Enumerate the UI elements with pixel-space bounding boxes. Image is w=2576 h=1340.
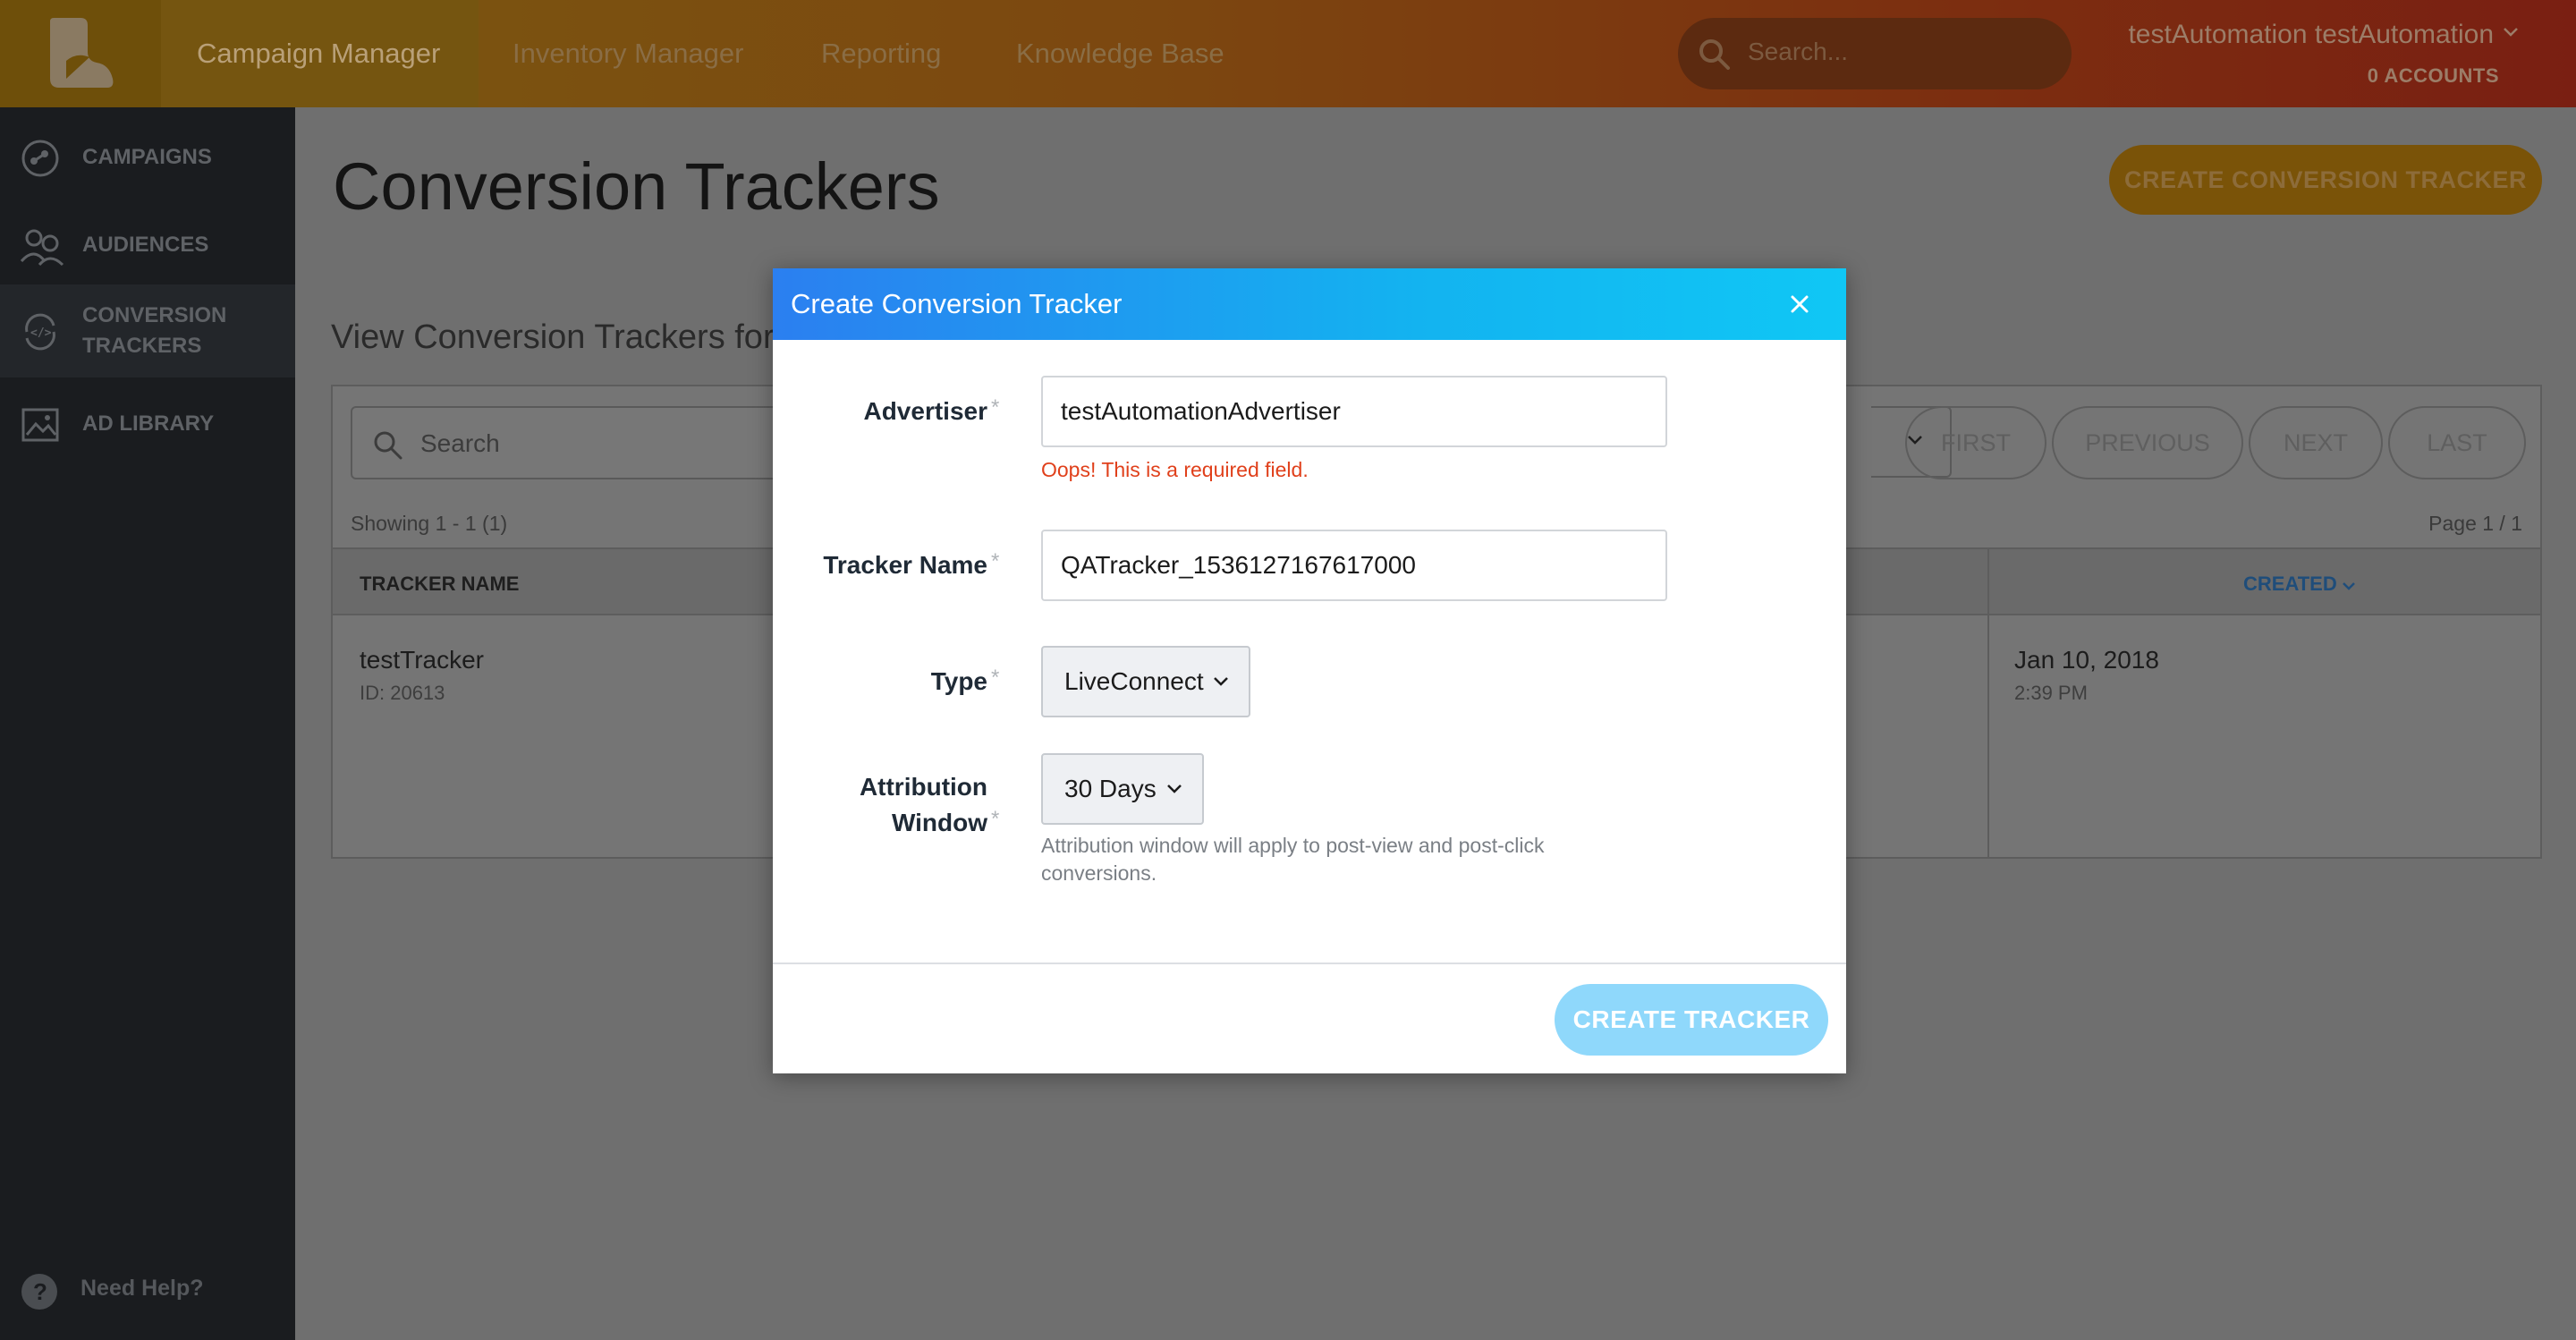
page-indicator: Page 1 / 1	[2428, 512, 2522, 535]
nav-inventory-manager[interactable]: Inventory Manager	[477, 0, 779, 107]
create-tracker-modal: Create Conversion Tracker Advertiser * t…	[773, 268, 1846, 1073]
sidebar-item-label: AUDIENCES	[82, 233, 209, 257]
table-search-input[interactable]: Search	[351, 406, 798, 479]
search-placeholder: Search	[420, 429, 500, 457]
sort-chevron-down-icon	[2342, 582, 2355, 590]
nav-knowledge-base[interactable]: Knowledge Base	[980, 0, 1260, 107]
tracker-name-label-text: Tracker Name	[823, 551, 987, 579]
sidebar-item-label: AD LIBRARY	[82, 411, 215, 436]
svg-text:</>: </>	[30, 327, 52, 340]
sidebar-item-label: CAMPAIGNS	[82, 145, 212, 169]
search-placeholder: Search...	[1748, 38, 1849, 65]
modal-header: Create Conversion Tracker	[773, 268, 1846, 340]
required-marker: *	[991, 666, 1000, 690]
need-help-link[interactable]: Need Help?	[80, 1276, 204, 1302]
attribution-help-text: Attribution window will apply to post-vi…	[1041, 834, 1545, 885]
audiences-icon	[20, 229, 64, 267]
created-date: Jan 10, 2018	[2014, 646, 2159, 674]
created-time: 2:39 PM	[2014, 682, 2088, 704]
chevron-down-icon	[1167, 784, 1182, 793]
attribution-window-dropdown[interactable]: 30 Days	[1041, 753, 1204, 825]
required-marker: *	[991, 549, 1000, 573]
global-search-input[interactable]: Search...	[1678, 18, 2072, 89]
sidebar-item-label: TRACKERS	[82, 334, 202, 358]
required-marker: *	[991, 807, 1000, 831]
nav-campaign-manager[interactable]: Campaign Manager	[161, 0, 479, 107]
top-navigation-bar: Campaign Manager Inventory Manager Repor…	[0, 0, 2576, 107]
type-dropdown[interactable]: LiveConnect	[1041, 646, 1250, 717]
conversion-trackers-icon: </>	[25, 313, 55, 351]
advertiser-label-text: Advertiser	[863, 397, 987, 425]
user-menu[interactable]: testAutomation testAutomation	[2128, 20, 2494, 50]
campaigns-icon	[21, 140, 59, 177]
attribution-selected-value: 30 Days	[1064, 775, 1157, 802]
attribution-window-label: Attribution Window	[860, 769, 987, 841]
pagination-last-button[interactable]: LAST	[2388, 406, 2526, 479]
page-title: Conversion Trackers	[333, 149, 940, 224]
chevron-down-icon[interactable]	[2503, 27, 2519, 38]
search-icon	[1699, 39, 1730, 70]
create-tracker-button[interactable]: CREATE TRACKER	[1555, 984, 1828, 1056]
advertiser-field[interactable]: testAutomationAdvertiser	[1041, 376, 1667, 447]
type-selected-value: LiveConnect	[1064, 667, 1204, 695]
sidebar-item-label: CONVERSION	[82, 303, 227, 327]
svg-text:?: ?	[33, 1278, 47, 1305]
advertiser-label: Advertiser	[863, 394, 987, 429]
column-divider	[1987, 549, 1989, 617]
sidebar-item-audiences[interactable]: AUDIENCES	[0, 215, 295, 276]
type-label: Type	[931, 664, 987, 700]
tracker-id: ID: 20613	[360, 682, 445, 704]
chevron-down-icon	[1214, 677, 1228, 686]
pagination-first-button[interactable]: FIRST	[1905, 406, 2046, 479]
sidebar-item-campaigns[interactable]: CAMPAIGNS	[0, 127, 295, 188]
required-marker: *	[991, 395, 1000, 420]
help-icon[interactable]: ?	[20, 1272, 59, 1311]
accounts-count[interactable]: 0 ACCOUNTS	[2368, 64, 2499, 88]
search-icon	[374, 431, 402, 460]
column-header-created-label: CREATED	[2243, 572, 2337, 595]
tracker-name-field[interactable]: QATracker_1536127167617000	[1041, 530, 1667, 601]
sidebar-item-conversion-trackers[interactable]: </> CONVERSION TRACKERS	[0, 284, 295, 377]
view-trackers-for-label: View Conversion Trackers for	[331, 318, 775, 356]
logo-icon	[50, 18, 114, 88]
modal-title: Create Conversion Tracker	[791, 288, 1123, 319]
type-label-text: Type	[930, 667, 987, 695]
modal-footer-divider	[773, 963, 1846, 964]
pagination-previous-button[interactable]: PREVIOUS	[2052, 406, 2243, 479]
close-icon[interactable]	[1789, 293, 1810, 315]
showing-count: Showing 1 - 1 (1)	[351, 512, 508, 535]
sidebar: CAMPAIGNS AUDIENCES </> CONVERSION TRACK…	[0, 107, 295, 1340]
attribution-label-line-1: Attribution	[859, 773, 987, 801]
nav-reporting[interactable]: Reporting	[785, 0, 977, 107]
sidebar-item-ad-library[interactable]: AD LIBRARY	[0, 394, 295, 454]
tracker-name-label: Tracker Name	[823, 547, 987, 583]
column-divider	[1987, 615, 1989, 859]
create-conversion-tracker-button[interactable]: CREATE CONVERSION TRACKER	[2109, 145, 2542, 215]
ad-library-icon	[21, 408, 59, 442]
pagination-next-button[interactable]: NEXT	[2249, 406, 2383, 479]
app-logo[interactable]	[0, 0, 161, 107]
attribution-label-line-2: Window	[891, 809, 987, 836]
column-header-created[interactable]: CREATED	[2243, 572, 2355, 596]
column-header-tracker-name[interactable]: TRACKER NAME	[360, 572, 519, 596]
tracker-name-cell[interactable]: testTracker	[360, 646, 484, 674]
advertiser-error-message: Oops! This is a required field.	[1041, 458, 1309, 481]
